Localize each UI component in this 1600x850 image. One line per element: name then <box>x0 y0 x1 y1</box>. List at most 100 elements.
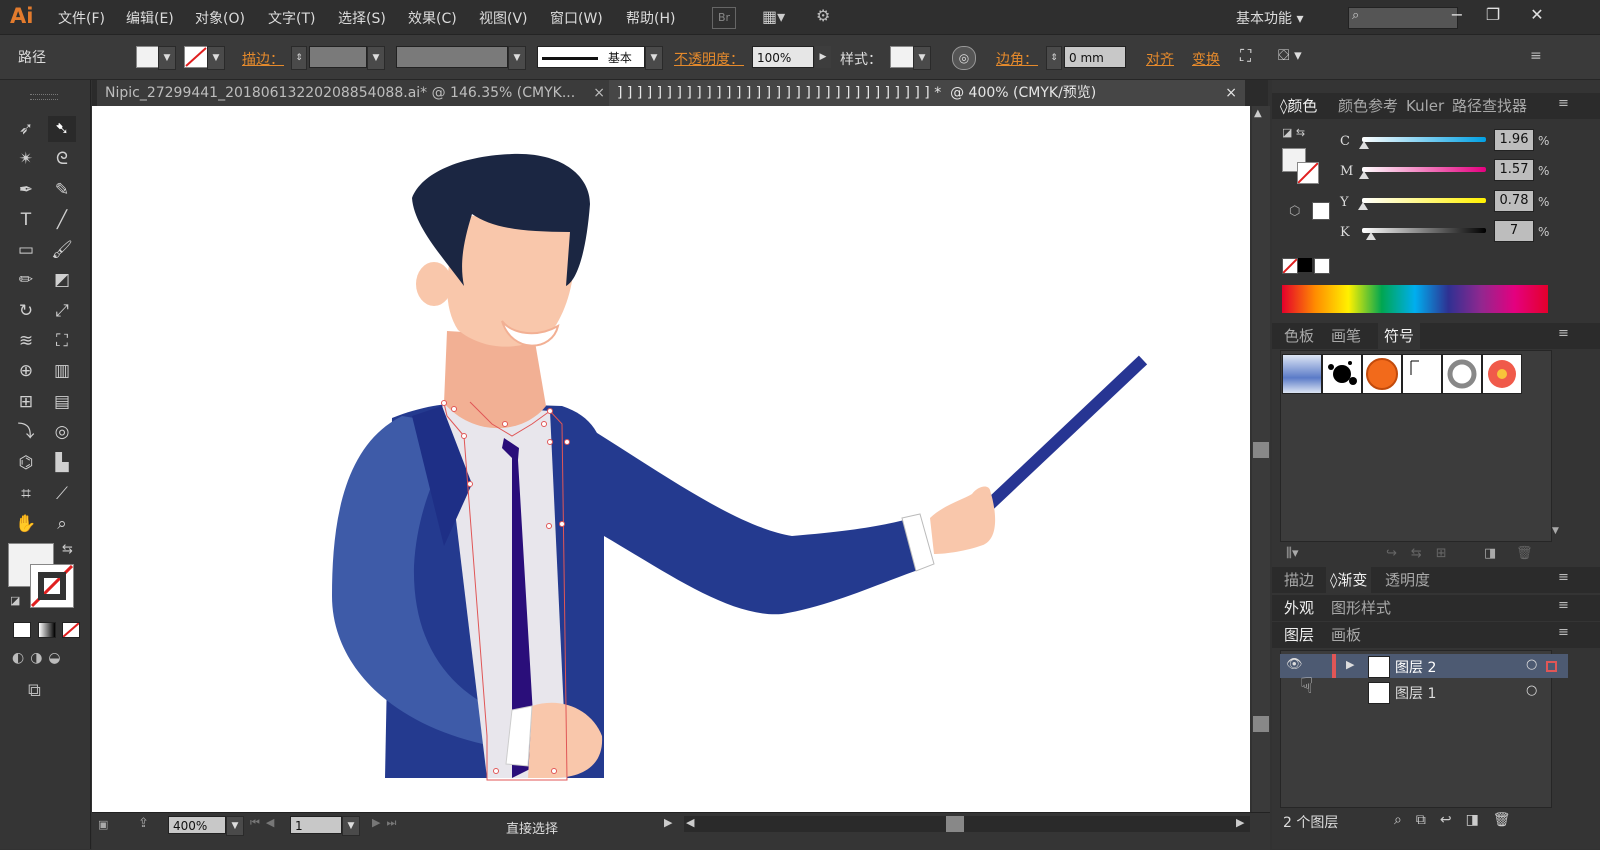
corner-stepper[interactable]: ⇕ <box>1046 46 1062 70</box>
tab-artboards[interactable]: 画板 <box>1331 622 1361 648</box>
variable-width-profile[interactable] <box>396 46 508 68</box>
restore-button[interactable]: ❐ <box>1476 3 1510 27</box>
shape-mode-icon[interactable]: ⛋ ▾ <box>1278 46 1322 68</box>
gpu-icon[interactable]: ▣ <box>98 818 124 834</box>
scroll-up-arrow[interactable]: ▲ <box>1254 108 1262 119</box>
symbol-marker[interactable] <box>1402 354 1442 394</box>
zoom-dropdown[interactable]: ▼ <box>226 816 244 836</box>
black-value[interactable]: 7 <box>1494 220 1534 242</box>
menu-window[interactable]: 窗口(W) <box>550 8 603 28</box>
tab-symbols[interactable]: 符号 <box>1378 323 1421 349</box>
perspective-grid-tool-icon[interactable]: ▥ <box>48 358 76 384</box>
symbol-ring[interactable] <box>1442 354 1482 394</box>
share-icon[interactable]: ⇪ <box>138 816 158 832</box>
stroke-weight-dropdown[interactable]: ▼ <box>367 46 385 70</box>
horizontal-scrollbar[interactable] <box>684 816 1250 832</box>
close-button[interactable]: ✕ <box>1520 3 1554 27</box>
menu-select[interactable]: 选择(S) <box>338 8 386 28</box>
scale-tool-icon[interactable]: ⤢ <box>48 298 76 324</box>
layer-row-1[interactable]: ☟ 图层 1 ○ <box>1280 674 1568 704</box>
paintbrush-tool-icon[interactable]: 🖌 <box>48 237 76 263</box>
menu-help[interactable]: 帮助(H) <box>626 8 675 28</box>
slice-tool-icon[interactable]: ⟋ <box>48 481 76 507</box>
brush-dropdown[interactable]: ▼ <box>645 46 663 70</box>
none-swatch[interactable] <box>1282 258 1298 274</box>
symbol-flower[interactable] <box>1482 354 1522 394</box>
transform-link[interactable]: 变换 <box>1192 49 1220 69</box>
black-slider-thumb[interactable] <box>1365 232 1376 240</box>
menu-view[interactable]: 视图(V) <box>479 8 528 28</box>
web-safe-swatch[interactable] <box>1312 202 1330 220</box>
fill-swatch[interactable] <box>136 46 160 68</box>
tab-layers[interactable]: 图层 <box>1284 622 1314 648</box>
line-tool-icon[interactable]: ╱ <box>48 207 76 233</box>
color-panel-stroke[interactable] <box>1297 162 1319 184</box>
layer-row-2[interactable]: 👁 ▶ 图层 2 ○ <box>1280 654 1568 678</box>
drawing-modes-icon[interactable]: ◐◑◒ <box>12 650 78 668</box>
tab-appearance[interactable]: 外观 <box>1284 595 1314 621</box>
tab-graphic-styles[interactable]: 图形样式 <box>1331 595 1391 621</box>
yellow-value[interactable]: 0.78 <box>1494 190 1534 212</box>
default-colors-icon[interactable]: ◪ <box>10 594 20 607</box>
stroke-color-box[interactable] <box>30 564 74 608</box>
symbols-scroll-down[interactable]: ▼ <box>1552 526 1559 536</box>
rotate-tool-icon[interactable]: ↻ <box>12 298 40 324</box>
free-transform-tool-icon[interactable]: ⛶ <box>48 328 76 354</box>
artboard-tool-icon[interactable]: ⌗ <box>12 481 40 507</box>
menu-file[interactable]: 文件(F) <box>58 8 105 28</box>
isolate-selected-icon[interactable]: ⛶ <box>1240 46 1264 68</box>
artboard-nav-prev-icon[interactable]: ⏮◀ <box>250 816 280 830</box>
target-circle-icon[interactable]: ○ <box>1526 657 1537 672</box>
scroll-thumb[interactable] <box>1253 442 1269 458</box>
blend-tool-icon[interactable]: ◎ <box>48 419 76 445</box>
profile-dropdown[interactable]: ▼ <box>508 46 526 70</box>
mesh-tool-icon[interactable]: ⊞ <box>12 389 40 415</box>
layers-panel-menu-icon[interactable]: ≡ <box>1558 625 1569 640</box>
expand-layer-icon[interactable]: ▶ <box>1346 658 1354 671</box>
tab-kuler[interactable]: Kuler <box>1406 93 1444 119</box>
symbol-blue-banner[interactable] <box>1282 354 1322 394</box>
type-tool-icon[interactable]: T <box>12 207 40 233</box>
stroke-dropdown[interactable]: ▼ <box>207 46 225 70</box>
menu-type[interactable]: 文字(T) <box>268 8 315 28</box>
zoom-field[interactable]: 400% <box>168 816 226 834</box>
cyan-slider[interactable] <box>1362 137 1486 142</box>
selection-tool-icon[interactable]: ➶ <box>12 116 40 142</box>
eraser-tool-icon[interactable]: ◩ <box>48 267 76 293</box>
cyan-slider-thumb[interactable] <box>1359 141 1370 149</box>
gradient-tool-icon[interactable]: ▤ <box>48 389 76 415</box>
column-graph-tool-icon[interactable]: ▙ <box>48 450 76 476</box>
hand-tool-icon[interactable]: ✋ <box>12 511 40 537</box>
fill-dropdown[interactable]: ▼ <box>158 46 176 70</box>
yellow-slider-thumb[interactable] <box>1357 202 1368 210</box>
stroke-label[interactable]: 描边： <box>242 49 284 69</box>
menu-effect[interactable]: 效果(C) <box>408 8 457 28</box>
symbol-ink-splat[interactable] <box>1322 354 1362 394</box>
extended-arm[interactable] <box>562 411 924 615</box>
pen-tool-icon[interactable]: ✒ <box>12 177 40 203</box>
corner-radius-field[interactable]: 0 mm <box>1064 46 1126 68</box>
default-fill-stroke-icon[interactable]: ◪ ⇆ <box>1282 126 1305 139</box>
white-swatch[interactable] <box>1314 258 1330 274</box>
symbol-sprayer-tool-icon[interactable]: ⌬ <box>12 450 40 476</box>
none-mode-button[interactable] <box>62 622 80 638</box>
color-mode-button[interactable] <box>13 622 31 638</box>
layer-name[interactable]: 图层 2 <box>1395 657 1436 677</box>
scroll-left-arrow[interactable]: ◀ <box>686 816 694 829</box>
symbol-libraries-menu-icon[interactable]: ⫼▾ <box>1286 546 1299 561</box>
scroll-right-arrow[interactable]: ▶ <box>1236 816 1244 829</box>
layer-actions-icons[interactable]: ⌕⧉↩◨🗑 <box>1394 812 1525 828</box>
appearance-panel-menu-icon[interactable]: ≡ <box>1558 598 1569 613</box>
brush-definition[interactable]: 基本 <box>537 46 645 68</box>
lasso-tool-icon[interactable]: ᘓ <box>48 146 76 172</box>
control-panel-menu-icon[interactable]: ≡ <box>1530 48 1552 68</box>
status-menu-arrow[interactable]: ▶ <box>664 816 672 829</box>
tab-stroke[interactable]: 描边 <box>1284 567 1314 593</box>
opacity-label[interactable]: 不透明度： <box>674 49 744 69</box>
yellow-slider[interactable] <box>1362 198 1486 203</box>
stroke-weight-stepper[interactable]: ⇕ <box>291 46 307 70</box>
scroll-thumb-lower[interactable] <box>1253 716 1269 732</box>
screen-mode-icon[interactable]: ⧉ <box>28 680 56 702</box>
tab-close-icon[interactable]: × <box>593 80 605 106</box>
recolor-artwork-icon[interactable]: ◎ <box>952 46 976 70</box>
